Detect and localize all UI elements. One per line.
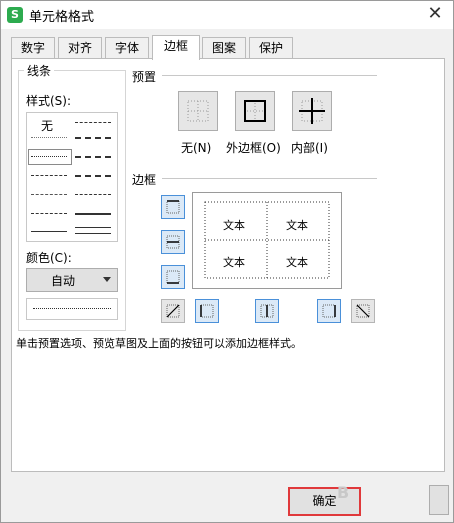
preset-outline-button[interactable] — [235, 91, 275, 131]
line-style-option[interactable] — [75, 175, 111, 177]
tab-border[interactable]: 边框 — [152, 35, 200, 60]
border-middle-vertical-icon — [260, 304, 274, 318]
line-style-option[interactable] — [31, 231, 67, 232]
diagonal-down-button[interactable] — [351, 299, 375, 323]
line-style-option[interactable] — [75, 122, 111, 123]
tab-alignment[interactable]: 对齐 — [58, 37, 102, 58]
border-panel: 线条 样式(S): 无 颜色(C): 自动 预置 无(N) 外边框(O) 内部(… — [11, 58, 445, 472]
cancel-button-partial[interactable] — [429, 485, 449, 515]
preset-inside-button[interactable] — [292, 91, 332, 131]
color-dropdown-value: 自动 — [51, 274, 76, 288]
line-style-preview — [26, 298, 118, 320]
color-dropdown[interactable]: 自动 — [26, 268, 118, 292]
border-inside-icon — [299, 98, 325, 124]
tab-number[interactable]: 数字 — [11, 37, 55, 58]
dialog-title: 单元格格式 — [29, 10, 95, 25]
line-style-option[interactable] — [31, 175, 67, 176]
border-bottom-button[interactable] — [161, 265, 185, 289]
border-preview-grid — [204, 201, 330, 279]
line-style-selected[interactable] — [28, 149, 72, 165]
border-middle-horizontal-icon — [166, 235, 180, 249]
border-left-icon — [200, 304, 214, 318]
tab-protection[interactable]: 保护 — [249, 37, 293, 58]
line-style-option[interactable] — [31, 194, 67, 195]
close-icon[interactable]: ✕ — [423, 3, 447, 25]
line-style-list[interactable]: 无 — [26, 112, 118, 242]
presets-divider — [162, 75, 377, 76]
border-right-button[interactable] — [317, 299, 341, 323]
watermark-logo: B — [337, 483, 350, 502]
tab-pattern[interactable]: 图案 — [202, 37, 246, 58]
preview-cell-text: 文本 — [286, 219, 308, 232]
diagonal-down-icon — [356, 304, 370, 318]
line-style-option[interactable] — [75, 213, 111, 215]
presets-title: 预置 — [132, 70, 157, 84]
line-style-none[interactable]: 无 — [41, 117, 53, 134]
line-style-option[interactable] — [31, 213, 67, 214]
preset-outline-label: 外边框(O) — [226, 141, 281, 155]
border-outline-icon — [244, 100, 266, 122]
line-style-option[interactable] — [75, 227, 111, 228]
cell-format-dialog: S 单元格格式 ✕ 数字 对齐 字体 边框 图案 保护 线条 样式(S): 无 — [0, 0, 454, 523]
border-left-button[interactable] — [195, 299, 219, 323]
border-right-icon — [322, 304, 336, 318]
border-middle-horizontal-button[interactable] — [161, 230, 185, 254]
diagonal-up-button[interactable] — [161, 299, 185, 323]
border-middle-vertical-button[interactable] — [255, 299, 279, 323]
title-bar: S 单元格格式 ✕ — [1, 1, 453, 29]
border-bottom-icon — [166, 270, 180, 284]
preset-none-label: 无(N) — [181, 141, 212, 155]
preview-cell-text: 文本 — [286, 256, 308, 269]
line-style-option[interactable] — [75, 233, 111, 234]
tab-font[interactable]: 字体 — [105, 37, 149, 58]
diagonal-up-icon — [166, 304, 180, 318]
border-hint-text: 单击预置选项、预览草图及上面的按钮可以添加边框样式。 — [16, 337, 302, 350]
preset-inside-label: 内部(I) — [291, 141, 328, 155]
line-style-option[interactable] — [75, 194, 111, 195]
border-none-icon — [187, 100, 209, 122]
preview-cell-text: 文本 — [223, 256, 245, 269]
preview-cell-text: 文本 — [223, 219, 245, 232]
app-logo-icon: S — [7, 7, 23, 23]
border-top-button[interactable] — [161, 195, 185, 219]
chevron-down-icon — [103, 277, 111, 282]
line-style-option[interactable] — [75, 156, 111, 158]
border-preview[interactable]: 文本 文本 文本 文本 — [192, 192, 342, 289]
line-style-option[interactable] — [31, 156, 67, 157]
border-title: 边框 — [132, 173, 157, 187]
line-group-title: 线条 — [24, 62, 55, 79]
border-top-icon — [166, 200, 180, 214]
line-style-option[interactable] — [31, 137, 67, 138]
preset-none-button[interactable] — [178, 91, 218, 131]
line-style-option[interactable] — [75, 137, 111, 139]
color-label: 颜色(C): — [26, 251, 72, 265]
style-label: 样式(S): — [26, 94, 72, 108]
border-divider — [162, 178, 377, 179]
